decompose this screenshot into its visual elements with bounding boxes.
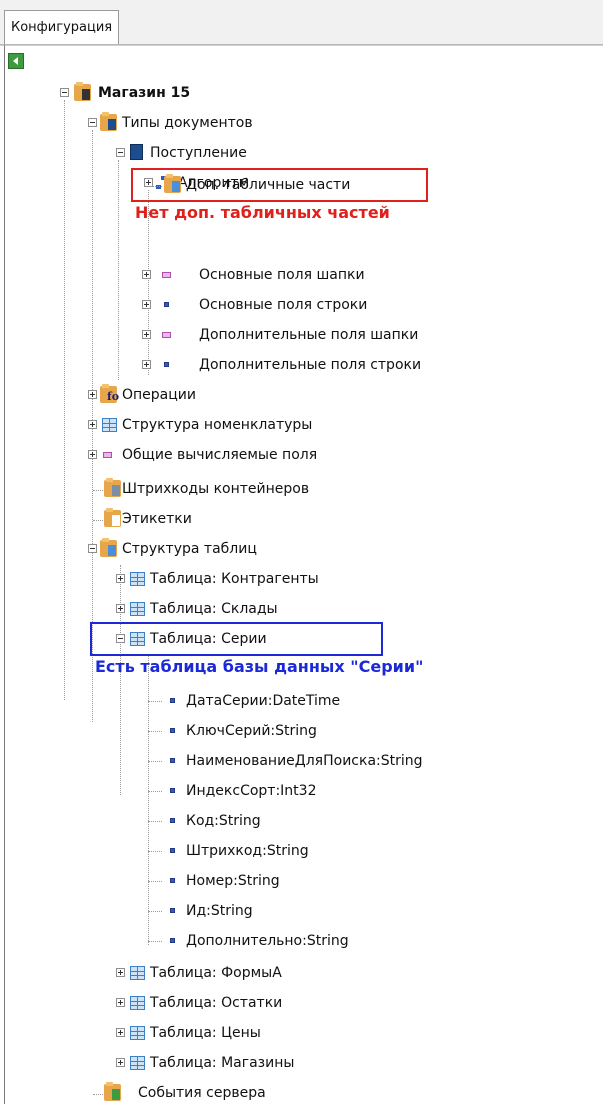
field-icon bbox=[170, 788, 175, 793]
highlight-box-blue bbox=[90, 622, 383, 656]
tree-guide-line bbox=[148, 655, 149, 945]
field-icon bbox=[170, 848, 175, 853]
expander-plus-icon[interactable] bbox=[116, 998, 125, 1007]
expander-plus-icon[interactable] bbox=[88, 390, 97, 399]
tab-configuration[interactable]: Конфигурация bbox=[4, 10, 120, 44]
field-icon bbox=[170, 728, 175, 733]
expander-plus-icon[interactable] bbox=[116, 574, 125, 583]
field-icon bbox=[164, 362, 169, 367]
table-icon bbox=[130, 572, 145, 586]
table-icon bbox=[130, 602, 145, 616]
table-icon bbox=[130, 966, 145, 980]
expander-plus-icon[interactable] bbox=[142, 360, 151, 369]
table-icon bbox=[130, 996, 145, 1010]
annotation-no-tables: Нет доп. табличных частей bbox=[135, 203, 390, 222]
field-icon bbox=[170, 908, 175, 913]
collapse-panel-button[interactable] bbox=[8, 53, 24, 69]
field-icon bbox=[170, 878, 175, 883]
field-icon bbox=[170, 698, 175, 703]
field-group-icon bbox=[162, 332, 171, 338]
expander-minus-icon[interactable] bbox=[88, 544, 97, 553]
folder-icon bbox=[104, 1082, 121, 1101]
expander-minus-icon[interactable] bbox=[88, 118, 97, 127]
field-group-icon bbox=[162, 272, 171, 278]
expander-plus-icon[interactable] bbox=[88, 450, 97, 459]
table-icon bbox=[102, 418, 117, 432]
expander-minus-icon[interactable] bbox=[60, 88, 69, 97]
tree-guide-line bbox=[118, 160, 119, 380]
annotation-series-table: Есть таблица базы данных "Серии" bbox=[95, 657, 424, 676]
folder-icon bbox=[100, 112, 117, 131]
table-icon bbox=[130, 1056, 145, 1070]
expander-plus-icon[interactable] bbox=[116, 604, 125, 613]
field-icon bbox=[170, 818, 175, 823]
panel-border bbox=[4, 45, 5, 1104]
table-folder-icon bbox=[100, 538, 117, 557]
highlight-box-red bbox=[131, 168, 428, 202]
expander-plus-icon[interactable] bbox=[116, 968, 125, 977]
field-icon bbox=[170, 938, 175, 943]
expander-plus-icon[interactable] bbox=[142, 330, 151, 339]
table-icon bbox=[130, 1026, 145, 1040]
expander-plus-icon[interactable] bbox=[142, 300, 151, 309]
operations-folder-icon: fo bbox=[100, 384, 119, 403]
tree-guide-line bbox=[64, 100, 65, 700]
expander-minus-icon[interactable] bbox=[116, 148, 125, 157]
folder-icon bbox=[104, 508, 121, 527]
expander-plus-icon[interactable] bbox=[88, 420, 97, 429]
expander-plus-icon[interactable] bbox=[116, 1058, 125, 1067]
expander-plus-icon[interactable] bbox=[142, 270, 151, 279]
field-icon bbox=[164, 302, 169, 307]
field-group-icon bbox=[103, 452, 112, 458]
field-icon bbox=[170, 758, 175, 763]
folder-icon bbox=[74, 82, 91, 101]
document-type-icon bbox=[130, 144, 143, 160]
folder-icon bbox=[104, 478, 121, 497]
tree-guide-line bbox=[120, 565, 121, 795]
tab-strip: Конфигурация bbox=[0, 0, 603, 45]
expander-plus-icon[interactable] bbox=[116, 1028, 125, 1037]
